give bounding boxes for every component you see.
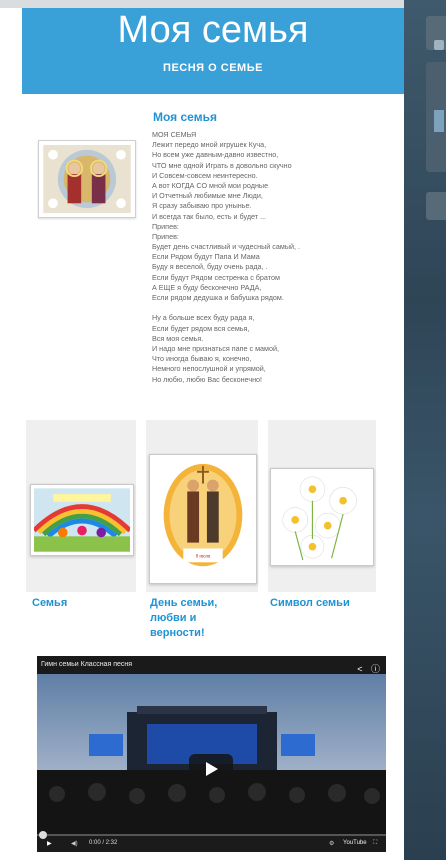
poem-line: Я сразу забываю про унынье.: [152, 201, 252, 211]
play-button[interactable]: [189, 754, 233, 784]
volume-icon[interactable]: ◀): [71, 840, 78, 847]
gallery-label-family-symbol[interactable]: Символ семьи: [270, 596, 350, 611]
gallery-image-family[interactable]: [30, 484, 134, 556]
gallery-label-family-day[interactable]: День семьи, любви и верности!: [150, 596, 217, 641]
site-header: Моя семья ПЕСНЯ О СЕМЬЕ: [22, 8, 404, 94]
gallery-label-family[interactable]: Семья: [32, 596, 67, 611]
gallery-image-daisies[interactable]: [270, 468, 374, 566]
post-section: Моя семья МОЯ СЕМЬЯ Лежит передо мной иг…: [22, 94, 404, 442]
poem-line: Если Рядом будут Папа И Мама: [152, 252, 260, 262]
poem-line: Ну а больше всех буду рада я,: [152, 313, 255, 323]
share-icon[interactable]: <: [357, 664, 362, 674]
poem-line: И Совсем-совсем неинтересно.: [152, 170, 258, 180]
poem-line: И всегда так было, есть и будет ...: [152, 211, 267, 221]
svg-text:8 июля: 8 июля: [196, 554, 211, 559]
sidebar-image-icon[interactable]: [434, 110, 444, 132]
play-small-icon[interactable]: ▶: [47, 840, 52, 847]
browser-top-strip: [0, 0, 446, 8]
post-thumbnail[interactable]: [38, 140, 136, 218]
video-time: 0:00 / 2:32: [89, 840, 118, 846]
poem-line: Если рядом дедушка и бабушка рядом.: [152, 293, 284, 302]
post-title-link[interactable]: Моя семья: [153, 110, 217, 124]
poem-line: Лежит передо мной игрушек Куча,: [152, 140, 267, 150]
saints-icon: 8 июля: [153, 458, 253, 580]
poem-line: Но всем уже давным-давно известно,: [152, 150, 279, 160]
poem-line: [152, 303, 392, 313]
rainbow-family-icon: [34, 488, 130, 552]
video-title-bar: Гимн семьи Классная песня < ⓘ: [37, 656, 386, 674]
left-margin: [0, 8, 22, 860]
poem-line: Что иногда бываю я, конечно,: [152, 354, 252, 364]
poem-line: Если будет рядом вся семья,: [152, 323, 250, 333]
site-title[interactable]: Моя семья: [22, 8, 404, 52]
poem-line: И надо мне признаться папе с мамой,: [152, 343, 280, 353]
icon-painting-image: [43, 145, 131, 213]
play-icon: [206, 762, 218, 776]
progress-knob[interactable]: [39, 831, 47, 839]
youtube-logo[interactable]: YouTube: [343, 840, 367, 846]
fullscreen-icon[interactable]: ⛶: [373, 840, 377, 847]
gallery-image-saints[interactable]: 8 июля: [149, 454, 257, 584]
gallery-card-family-symbol[interactable]: [268, 420, 376, 592]
poem-line: Буду я веселой, буду очень рада, .: [152, 262, 268, 272]
poem-line: ЧТО мне одной Играть в довольно скучно: [152, 160, 292, 170]
poem-line: Будет день счастливый и чудесный самый, …: [152, 242, 300, 252]
poem-line: Припев:: [152, 221, 179, 231]
poem-line: Если будут Рядом сестренка с братом: [152, 272, 280, 282]
poem-line: Вся моя семья.: [152, 333, 204, 343]
settings-icon[interactable]: ⚙: [329, 840, 334, 847]
poem-line: МОЯ СЕМЬЯ: [152, 130, 197, 139]
right-sidebar: [404, 0, 446, 860]
gallery: 8 июля Семья День семьи, любви и верност…: [22, 420, 404, 650]
poem-line: Немного непослушной и упрямой,: [152, 364, 266, 374]
video-player[interactable]: Гимн семьи Классная песня < ⓘ ▶ ◀) 0:00 …: [37, 656, 386, 852]
sidebar-card[interactable]: [426, 192, 446, 220]
gallery-card-family-day[interactable]: 8 июля: [146, 420, 258, 592]
video-frame[interactable]: [37, 674, 386, 834]
site-subtitle: ПЕСНЯ О СЕМЬЕ: [163, 62, 263, 74]
video-progress-bar[interactable]: [37, 831, 386, 839]
poem-line: А ЕЩЕ я буду бесконечно РАДА,: [152, 282, 262, 292]
sidebar-thumbnail-icon[interactable]: [434, 40, 444, 50]
poem-line: И Отчетный любимые мне Люди,: [152, 191, 263, 201]
poem-line: А вот КОГДА СО мной мои родные: [152, 180, 269, 190]
gallery-card-family[interactable]: [26, 420, 136, 592]
poem-line: Но любю, любю Вас бесконечно!: [152, 374, 263, 384]
video-title[interactable]: Гимн семьи Классная песня: [41, 661, 132, 668]
info-icon[interactable]: ⓘ: [371, 664, 380, 674]
poem-text: МОЯ СЕМЬЯ Лежит передо мной игрушек Куча…: [152, 130, 392, 385]
daisy-icon: [274, 472, 370, 562]
poem-line: Припев:: [152, 231, 179, 241]
video-controls: ▶ ◀) 0:00 / 2:32 ⚙ YouTube ⛶: [37, 831, 386, 852]
